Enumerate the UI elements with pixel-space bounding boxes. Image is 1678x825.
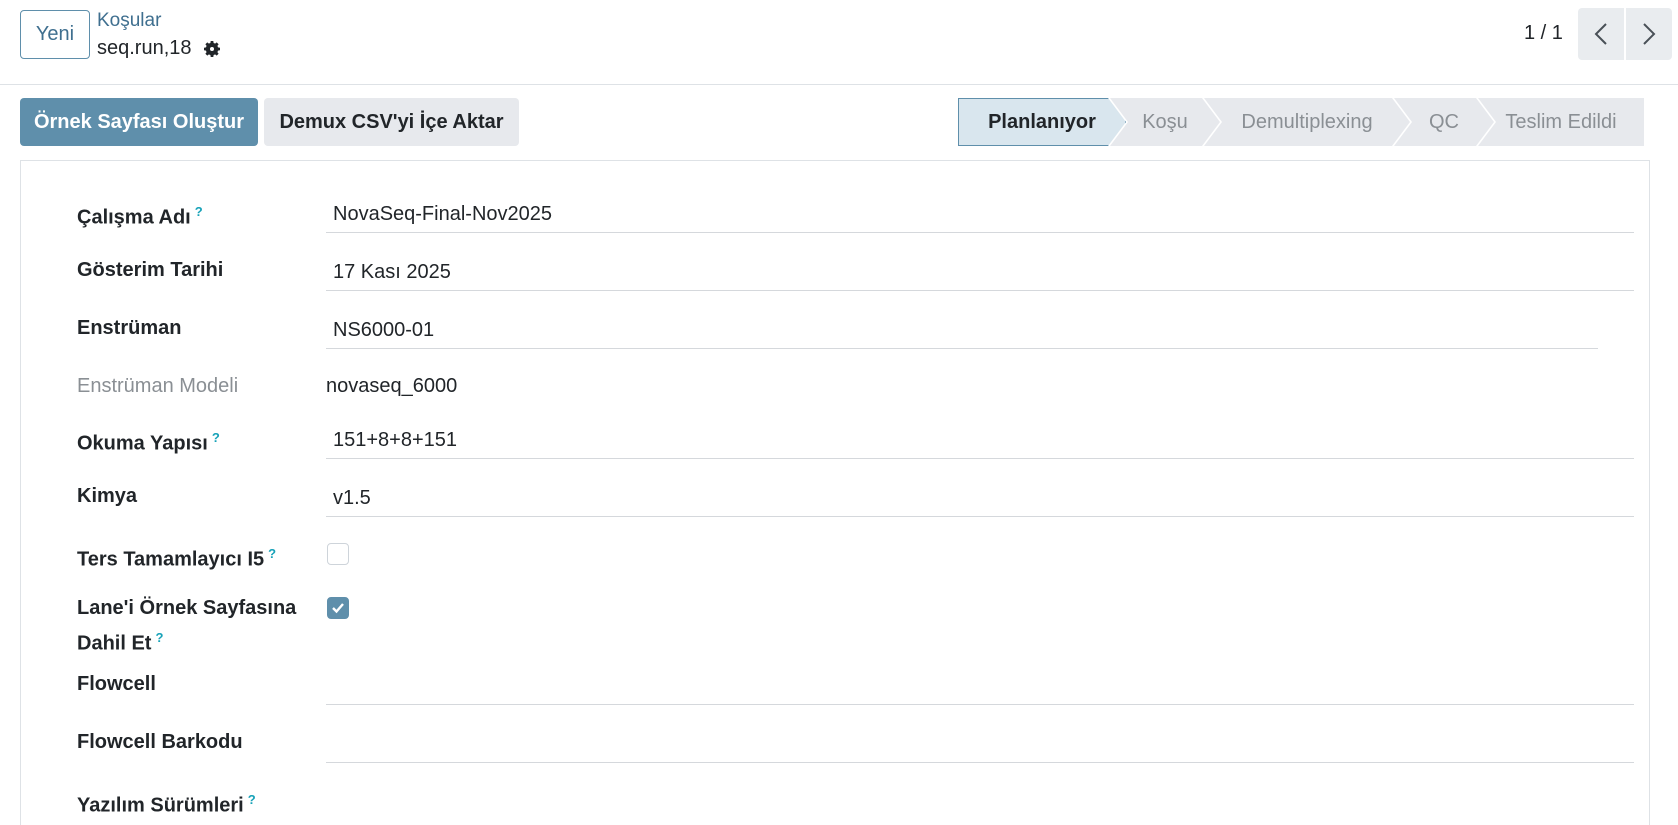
chevron-right-icon xyxy=(1643,23,1656,45)
run-date-input[interactable]: 17 Kası 2025 xyxy=(326,255,1634,291)
field-label: Kimya xyxy=(77,485,138,507)
control-panel: Yeni Koşular seq.run,18 1 / 1 xyxy=(0,0,1678,85)
stage-run[interactable]: Koşu xyxy=(1110,98,1220,146)
read-structure-input[interactable]: 151+8+8+151 xyxy=(326,423,1634,459)
chevron-left-icon xyxy=(1594,23,1607,45)
status-bar: Planlanıyor Koşu Demultiplexing QC Tesli… xyxy=(958,98,1644,146)
field-label: Yazılım Sürümleri? xyxy=(77,792,256,817)
form-sheet: Çalışma Adı? NovaSeq-Final-Nov2025 Göste… xyxy=(20,160,1650,825)
help-tooltip-icon[interactable]: ? xyxy=(212,430,220,445)
record-name: seq.run,18 xyxy=(97,37,192,59)
field-label: Gösterim Tarihi xyxy=(77,259,224,281)
run-name-input[interactable]: NovaSeq-Final-Nov2025 xyxy=(326,197,1634,233)
pager-previous-button[interactable] xyxy=(1578,8,1624,60)
field-label: Lane'i Örnek Sayfasına Dahil Et? xyxy=(77,597,297,655)
field-label: Flowcell Barkodu xyxy=(77,731,243,753)
help-tooltip-icon[interactable]: ? xyxy=(248,792,256,807)
help-tooltip-icon[interactable]: ? xyxy=(195,204,203,219)
record-title: seq.run,18 xyxy=(97,37,222,60)
chemistry-input[interactable]: v1.5 xyxy=(326,481,1634,517)
create-sample-sheet-button[interactable]: Örnek Sayfası Oluştur xyxy=(20,98,258,146)
instrument-input[interactable]: NS6000-01 xyxy=(326,313,1598,349)
field-label: Enstrüman xyxy=(77,317,182,339)
gear-icon[interactable] xyxy=(202,39,222,59)
stage-planning[interactable]: Planlanıyor xyxy=(958,98,1126,146)
field-label: Enstrüman Modeli xyxy=(77,375,239,397)
check-icon xyxy=(332,603,344,614)
flowcell-input[interactable] xyxy=(326,669,1634,705)
pager-next-button[interactable] xyxy=(1626,8,1672,60)
stage-delivered[interactable]: Teslim Edildi xyxy=(1478,98,1644,146)
field-label: Flowcell xyxy=(77,673,156,695)
field-label: Ters Tamamlayıcı I5? xyxy=(77,546,277,571)
help-tooltip-icon[interactable]: ? xyxy=(155,630,163,645)
field-label: Çalışma Adı? xyxy=(77,204,203,229)
flowcell-barcode-input[interactable] xyxy=(326,727,1634,763)
reverse-complement-i5-checkbox[interactable] xyxy=(327,543,349,565)
import-demux-csv-button[interactable]: Demux CSV'yi İçe Aktar xyxy=(264,98,519,146)
field-label: Okuma Yapısı? xyxy=(77,430,220,455)
include-lane-checkbox[interactable] xyxy=(327,597,349,619)
instrument-model-value: novaseq_6000 xyxy=(326,375,458,397)
breadcrumb-parent-link[interactable]: Koşular xyxy=(97,10,161,32)
stage-demultiplexing[interactable]: Demultiplexing xyxy=(1204,98,1410,146)
pager-value[interactable]: 1 / 1 xyxy=(1524,22,1563,45)
new-button[interactable]: Yeni xyxy=(20,10,90,59)
help-tooltip-icon[interactable]: ? xyxy=(268,546,276,561)
